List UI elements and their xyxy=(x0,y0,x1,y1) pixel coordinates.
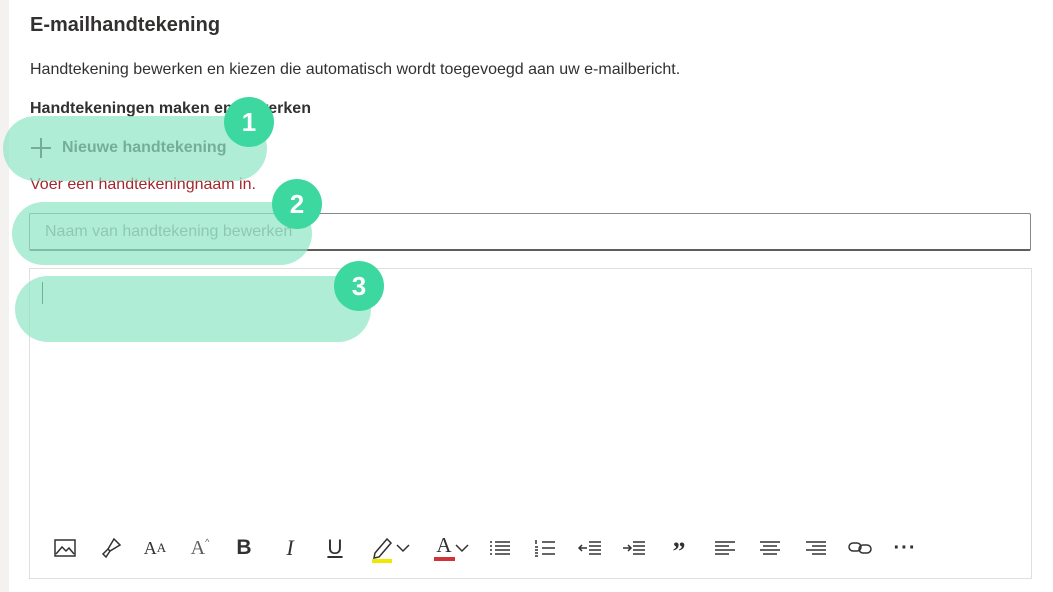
signatures-subheading: Handtekeningen maken en bewerken xyxy=(30,100,311,117)
new-signature-button[interactable]: Nieuwe handtekening xyxy=(30,133,226,163)
more-icon: ··· xyxy=(893,536,917,559)
font-color-icon: A xyxy=(436,533,452,557)
quote-button[interactable]: ” xyxy=(663,532,695,566)
increase-indent-button[interactable] xyxy=(618,532,650,564)
align-right-icon xyxy=(806,541,826,555)
paintbrush-icon xyxy=(101,537,122,559)
font-color-button[interactable]: A xyxy=(425,532,477,564)
section-title: E-mailhandtekening xyxy=(30,14,221,36)
decrease-indent-button[interactable] xyxy=(574,532,606,564)
new-signature-label: Nieuwe handtekening xyxy=(62,139,227,156)
link-icon xyxy=(848,542,872,554)
plus-icon xyxy=(30,137,52,159)
underline-icon: U xyxy=(327,536,343,559)
signature-name-input[interactable] xyxy=(29,213,1031,251)
bold-icon: B xyxy=(236,536,252,559)
highlight-button[interactable] xyxy=(364,532,416,564)
highlighter-icon xyxy=(372,537,393,563)
font-size-button[interactable]: AA xyxy=(139,532,171,564)
numbering-button[interactable] xyxy=(529,532,561,564)
bullets-button[interactable] xyxy=(484,532,516,564)
quote-icon: ” xyxy=(672,537,686,566)
grow-arrow-icon: ^ xyxy=(205,537,210,547)
italic-icon: I xyxy=(286,535,294,560)
insert-link-button[interactable] xyxy=(844,532,876,564)
font-color-bar xyxy=(433,557,455,561)
text-caret xyxy=(42,282,43,304)
error-message: Voer een handtekeningnaam in. xyxy=(30,176,256,193)
italic-button[interactable]: I xyxy=(274,532,306,564)
decrease-indent-icon xyxy=(578,541,601,555)
align-left-button[interactable] xyxy=(709,532,741,564)
numbered-list-icon xyxy=(535,540,555,557)
insert-picture-button[interactable] xyxy=(49,532,81,564)
align-center-icon xyxy=(760,541,780,555)
section-description: Handtekening bewerken en kiezen die auto… xyxy=(30,61,681,78)
picture-icon xyxy=(54,539,76,557)
font-size-icon: A xyxy=(143,537,157,558)
grow-font-button[interactable]: A ^ xyxy=(184,532,216,564)
format-painter-button[interactable] xyxy=(95,532,127,564)
bulleted-list-icon xyxy=(490,541,510,555)
grow-font-icon: A xyxy=(190,536,206,559)
align-center-button[interactable] xyxy=(754,532,786,564)
more-options-button[interactable]: ··· xyxy=(889,532,921,564)
chevron-down-icon xyxy=(454,544,469,553)
chevron-down-icon xyxy=(396,544,410,553)
align-right-button[interactable] xyxy=(800,532,832,564)
increase-indent-icon xyxy=(623,541,645,555)
underline-button[interactable]: U xyxy=(319,532,351,564)
bold-button[interactable]: B xyxy=(228,532,260,564)
align-left-icon xyxy=(715,541,735,555)
left-pane-edge xyxy=(0,0,9,592)
font-size-small-icon: A xyxy=(156,540,167,555)
